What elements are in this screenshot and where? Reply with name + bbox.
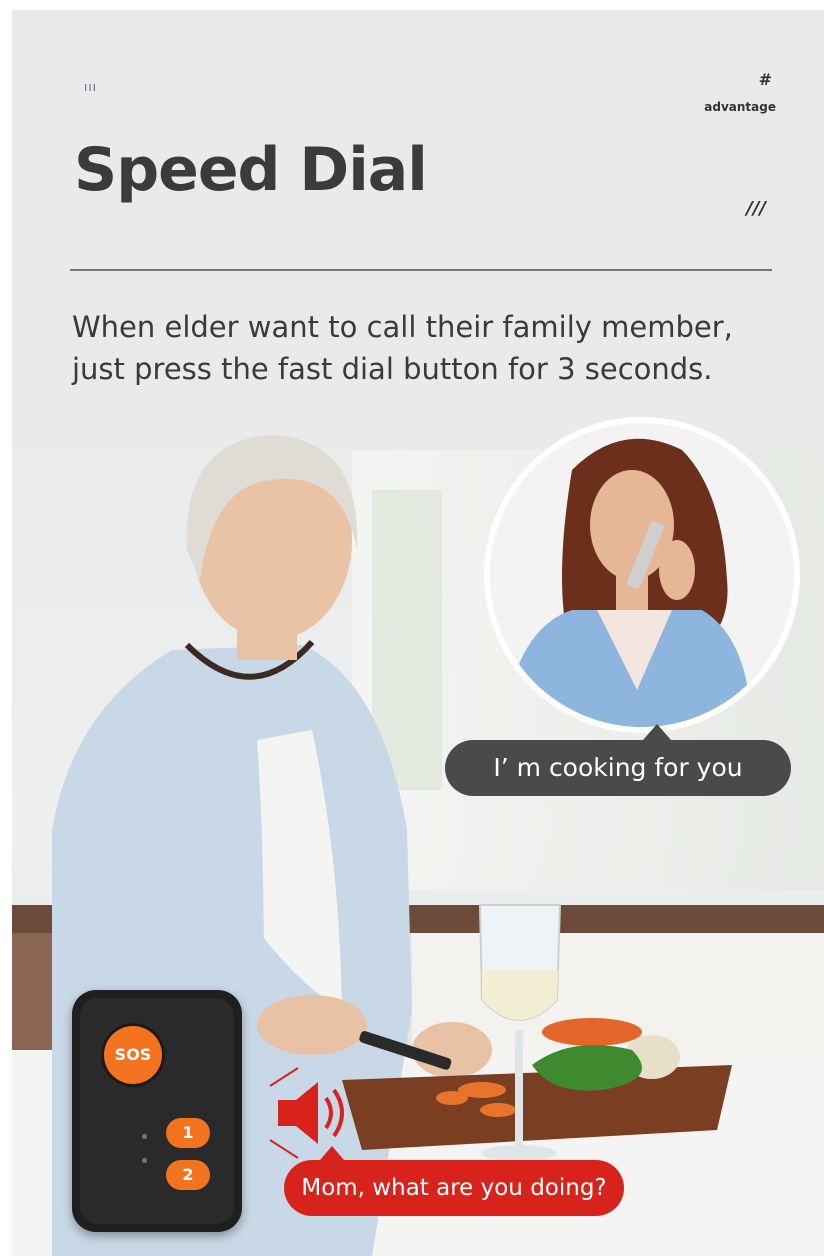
advantage-tag: advantage — [704, 100, 776, 114]
sos-device: SOS 1 2 — [72, 990, 242, 1232]
speed-dial-key-2: 2 — [166, 1160, 210, 1190]
indicator-dot — [142, 1134, 147, 1139]
decorative-marks: ııı — [84, 80, 98, 94]
product-banner: ııı # advantage Speed Dial /// When elde… — [12, 10, 824, 1256]
hash-mark: # — [758, 70, 772, 89]
elder-speech-bubble: Mom, what are you doing? — [284, 1146, 624, 1216]
divider — [70, 269, 772, 271]
slash-decoration: /// — [746, 198, 766, 219]
speed-dial-key-1: 1 — [166, 1118, 210, 1148]
daughter-speech-text: I’ m cooking for you — [493, 753, 743, 782]
feature-description: When elder want to call their family mem… — [72, 310, 733, 386]
daughter-speech-bubble: I’ m cooking for you — [445, 724, 791, 796]
indicator-dot — [142, 1158, 147, 1163]
elder-speech-text: Mom, what are you doing? — [301, 1175, 607, 1201]
device-face — [80, 998, 234, 1224]
sos-button: SOS — [104, 1026, 162, 1084]
page-title: Speed Dial — [74, 135, 428, 205]
